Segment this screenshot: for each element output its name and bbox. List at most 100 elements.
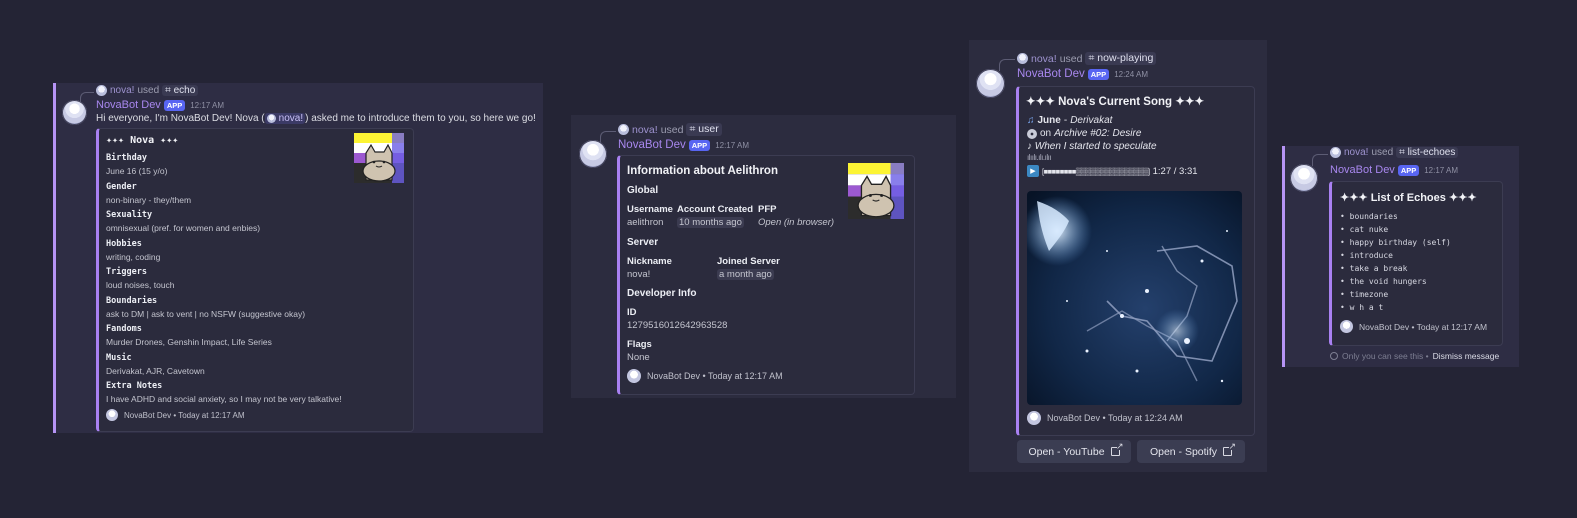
- reply-username[interactable]: nova!: [632, 124, 658, 136]
- reply-header[interactable]: nova! used ⌗ echo: [80, 85, 199, 102]
- highlight-bar: [53, 83, 56, 433]
- flags-label: Flags: [627, 339, 652, 350]
- field-name-hobbies: Hobbies: [106, 239, 142, 249]
- joined-server-value: a month ago: [717, 269, 774, 280]
- section-server: Server: [627, 237, 659, 248]
- echo-item-text: happy birthday (self): [1349, 238, 1451, 247]
- bot-username[interactable]: NovaBot Dev: [618, 139, 686, 151]
- ephemeral-notice: Only you can see this • Dismiss message: [1330, 351, 1499, 361]
- ephemeral-text: Only you can see this •: [1342, 351, 1429, 361]
- reply-header[interactable]: nova! used ⌗ user: [600, 123, 722, 143]
- open-spotify-label: Open - Spotify: [1149, 445, 1218, 458]
- field-name-gender: Gender: [106, 182, 137, 192]
- command-name[interactable]: ⌗ user: [686, 123, 722, 136]
- play-icon[interactable]: ▶: [1027, 165, 1039, 177]
- album-art[interactable]: [1027, 191, 1242, 405]
- field-value-gender: non-binary - they/them: [106, 195, 192, 205]
- timestamp: 12:17 AM: [190, 100, 225, 110]
- bot-username[interactable]: NovaBot Dev: [96, 99, 161, 111]
- message-user: nova! used ⌗ user NovaBot Dev APP 12:17 …: [571, 115, 956, 398]
- user-mention[interactable]: nova!: [264, 113, 306, 124]
- field-value-extra-notes: I have ADHD and social anxiety, so I may…: [106, 394, 342, 404]
- mention-avatar: [266, 114, 276, 123]
- echo-item: • happy birthday (self): [1340, 238, 1451, 247]
- reply-username[interactable]: nova!: [1031, 53, 1057, 65]
- field-name-boundaries: Boundaries: [106, 296, 158, 306]
- command-name[interactable]: ⌗ list-echoes: [1396, 147, 1459, 158]
- reply-username[interactable]: nova!: [110, 85, 134, 96]
- timestamp: 12:24 AM: [1114, 69, 1148, 79]
- profile-embed: ✦✦✦ Nova ✦✦✦ Birthday June 16 (15 y/o) G…: [96, 128, 414, 432]
- command-name[interactable]: ⌗ echo: [162, 85, 199, 96]
- footer-avatar: [627, 369, 641, 383]
- progress-bar: [■■■■■■■■▒▒▒▒▒▒▒▒▒▒▒▒▒▒▒]: [1042, 166, 1150, 176]
- nickname-value: nova!: [627, 269, 651, 280]
- eye-icon: [1330, 352, 1338, 360]
- bot-avatar[interactable]: [976, 69, 1005, 98]
- bot-avatar[interactable]: [1290, 164, 1318, 192]
- field-name-music: Music: [106, 353, 132, 363]
- echo-item: • w h a t: [1340, 303, 1384, 312]
- music-note-icon: ♫: [1027, 115, 1035, 126]
- open-youtube-button[interactable]: Open - YouTube: [1017, 440, 1131, 463]
- nickname-label: Nickname: [627, 256, 672, 267]
- cat-thumbnail[interactable]: [354, 133, 404, 183]
- used-label: used: [1059, 52, 1083, 65]
- echo-item-text: the void hungers: [1349, 277, 1427, 286]
- song-embed: ✦✦✦ Nova's Current Song ✦✦✦ ♫ June - Der…: [1016, 86, 1255, 436]
- footer-text: NovaBot Dev • Today at 12:17 AM: [1359, 321, 1488, 332]
- song-title: June: [1037, 115, 1061, 126]
- footer-avatar: [1340, 320, 1353, 333]
- command-name[interactable]: ⌗ now-playing: [1085, 52, 1157, 65]
- id-value: 1279516012642963528: [627, 320, 728, 331]
- open-youtube-label: Open - YouTube: [1028, 445, 1105, 458]
- reply-header[interactable]: nova! used ⌗ list-echoes: [1312, 147, 1459, 166]
- echo-item-text: cat nuke: [1349, 225, 1389, 234]
- embed-footer: NovaBot Dev • Today at 12:17 AM: [1340, 320, 1487, 333]
- field-value-triggers: loud noises, touch: [106, 280, 175, 290]
- bot-avatar[interactable]: [579, 140, 607, 168]
- message-text: Hi everyone, I'm NovaBot Dev! Nova ( nov…: [96, 113, 536, 124]
- echo-item: • cat nuke: [1340, 225, 1389, 234]
- bot-avatar[interactable]: [62, 100, 87, 125]
- app-badge: APP: [1087, 68, 1110, 80]
- bot-username[interactable]: NovaBot Dev: [1330, 164, 1395, 176]
- pfp-label: PFP: [758, 204, 777, 215]
- lyric-line: ♪ When I started to speculate: [1027, 141, 1157, 152]
- section-developer: Developer Info: [627, 288, 697, 299]
- app-badge: APP: [163, 99, 186, 111]
- external-link-icon: [1223, 441, 1236, 456]
- mention-name: nova!: [278, 113, 304, 124]
- embed-footer: NovaBot Dev • Today at 12:17 AM: [627, 369, 783, 383]
- reply-username[interactable]: nova!: [1344, 147, 1368, 158]
- echo-item-text: introduce: [1349, 251, 1393, 260]
- pfp-link[interactable]: Open (in browser): [758, 217, 834, 228]
- echo-item: • boundaries: [1340, 212, 1398, 221]
- user-avatar-mini: [618, 124, 629, 135]
- username-label: Username: [627, 204, 673, 215]
- echo-item-text: w h a t: [1349, 303, 1384, 312]
- album-prefix: on: [1040, 128, 1052, 139]
- song-sep: -: [1063, 115, 1068, 126]
- echo-item: • the void hungers: [1340, 277, 1427, 286]
- highlight-bar: [1282, 146, 1285, 367]
- field-name-sexuality: Sexuality: [106, 210, 153, 220]
- user-avatar-mini: [1330, 147, 1341, 158]
- echo-item: • take a break: [1340, 264, 1408, 273]
- echo-item: • timezone: [1340, 290, 1389, 299]
- cat-thumbnail[interactable]: [848, 163, 904, 219]
- message-text-end: ) asked me to introduce them to you, so …: [305, 113, 536, 124]
- message-list-echoes: nova! used ⌗ list-echoes NovaBot Dev APP…: [1282, 146, 1519, 367]
- used-label: used: [1371, 147, 1394, 158]
- account-created-value: 10 months ago: [677, 217, 744, 228]
- field-value-birthday: June 16 (15 y/o): [106, 166, 168, 176]
- timestamp: 12:17 AM: [1424, 165, 1459, 175]
- playback-time: 1:27 / 3:31: [1152, 165, 1198, 177]
- reply-header[interactable]: nova! used ⌗ now-playing: [999, 52, 1157, 71]
- timestamp: 12:17 AM: [715, 140, 749, 150]
- open-spotify-button[interactable]: Open - Spotify: [1137, 440, 1245, 463]
- bot-username[interactable]: NovaBot Dev: [1017, 68, 1085, 80]
- dismiss-message-link[interactable]: Dismiss message: [1433, 351, 1500, 361]
- song-artist: Derivakat: [1070, 115, 1113, 126]
- album-name: Archive #02: Desire: [1054, 128, 1142, 139]
